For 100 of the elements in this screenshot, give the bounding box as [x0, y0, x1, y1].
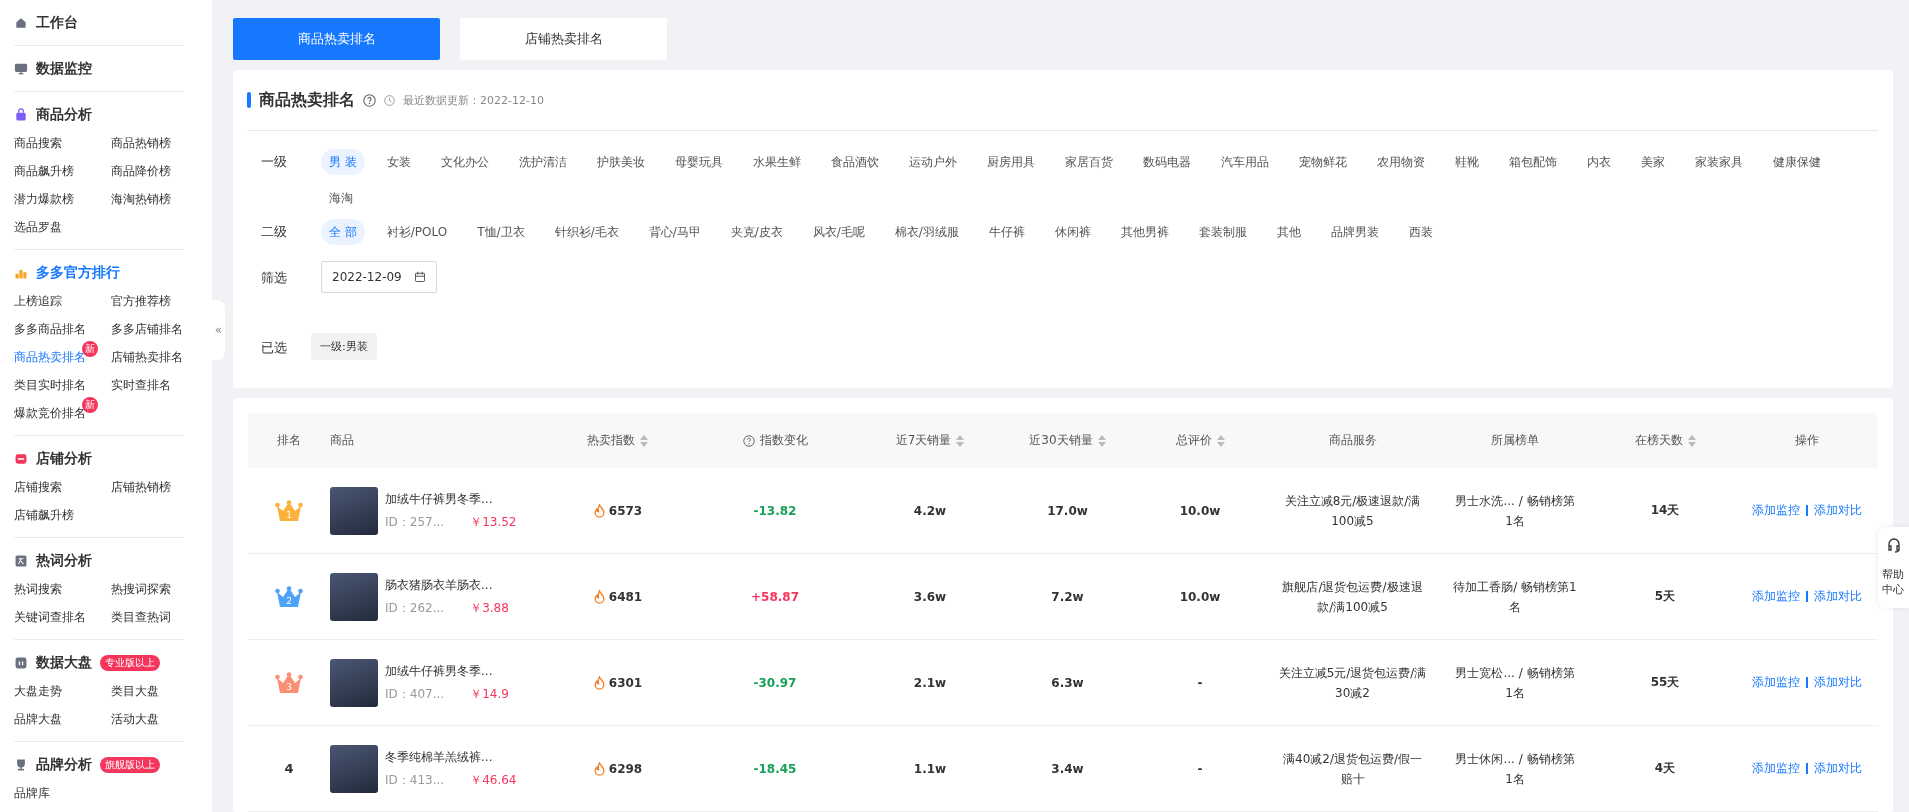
category-option[interactable]: 棉衣/羽绒服: [886, 219, 967, 245]
section-title[interactable]: 数据大盘: [36, 654, 92, 672]
category-option[interactable]: 家装家具: [1686, 149, 1751, 175]
column-header[interactable]: 总评价: [1175, 432, 1225, 449]
category-option[interactable]: 汽车用品: [1212, 149, 1277, 175]
category-option[interactable]: 洗护清洁: [510, 149, 575, 175]
product-title[interactable]: 加绒牛仔裤男冬季...: [385, 490, 517, 508]
action-link[interactable]: 添加监控: [1751, 588, 1800, 605]
column-header[interactable]: 近30天销量: [1029, 432, 1106, 449]
sidebar-item[interactable]: 商品热销榜: [111, 136, 171, 150]
category-option[interactable]: 针织衫/毛衣: [546, 219, 627, 245]
section-title[interactable]: 品牌分析: [36, 756, 92, 774]
section-title[interactable]: 数据监控: [36, 60, 92, 78]
sidebar-item[interactable]: 商品飙升榜: [14, 164, 74, 178]
sidebar-item[interactable]: 选品罗盘: [14, 220, 62, 234]
category-option[interactable]: 风衣/毛呢: [804, 219, 873, 245]
sort-icon[interactable]: [640, 434, 648, 447]
section-title[interactable]: 店铺分析: [36, 450, 92, 468]
category-option[interactable]: 夹克/皮衣: [722, 219, 791, 245]
sidebar-item[interactable]: 店铺热销榜: [111, 480, 171, 494]
category-option[interactable]: 食品酒饮: [822, 149, 887, 175]
category-option[interactable]: 内衣: [1578, 149, 1619, 175]
category-option[interactable]: 家居百货: [1056, 149, 1121, 175]
sort-icon[interactable]: [1687, 434, 1696, 447]
help-center-panel[interactable]: 帮助中心: [1878, 527, 1909, 608]
action-link[interactable]: 添加对比: [1813, 502, 1862, 519]
category-option[interactable]: 背心/马甲: [640, 219, 709, 245]
category-option[interactable]: 宠物鲜花: [1290, 149, 1355, 175]
collapse-handle[interactable]: «: [212, 300, 225, 360]
sidebar-item[interactable]: 关键词查排名: [14, 610, 86, 624]
sidebar-item[interactable]: 多多店铺排名: [111, 322, 183, 336]
column-header[interactable]: 近7天销量: [895, 432, 965, 449]
sidebar-item[interactable]: 店铺飙升榜: [14, 508, 74, 522]
sidebar-item[interactable]: 品牌大盘: [14, 712, 62, 726]
category-option[interactable]: 其他男裤: [1112, 219, 1177, 245]
category-option[interactable]: 品牌男装: [1322, 219, 1387, 245]
category-option[interactable]: 休闲裤: [1046, 219, 1099, 245]
category-option[interactable]: 箱包配饰: [1500, 149, 1565, 175]
sort-icon[interactable]: [956, 434, 965, 447]
sidebar-item[interactable]: 热搜词探索: [111, 582, 171, 596]
sidebar-item[interactable]: 类目查热词: [111, 610, 171, 624]
sidebar-item[interactable]: 热词搜索: [14, 582, 62, 596]
sidebar-item[interactable]: 官方推荐榜: [111, 294, 171, 308]
help-icon[interactable]: [363, 93, 376, 107]
action-link[interactable]: 添加对比: [1813, 674, 1862, 691]
sidebar-item[interactable]: 商品搜索: [14, 136, 62, 150]
sort-icon[interactable]: [1216, 434, 1225, 447]
sidebar-item[interactable]: 上榜追踪: [14, 294, 62, 308]
sidebar-item[interactable]: 多多商品排名: [14, 322, 86, 336]
column-header[interactable]: 在榜天数: [1634, 432, 1696, 449]
action-link[interactable]: 添加监控: [1751, 674, 1800, 691]
product-title[interactable]: 加绒牛仔裤男冬季...: [385, 662, 509, 680]
category-option[interactable]: 海淘: [321, 185, 361, 211]
sort-icon[interactable]: [1097, 434, 1106, 447]
tab[interactable]: 店铺热卖排名: [460, 18, 667, 60]
category-option[interactable]: 数码电器: [1134, 149, 1199, 175]
sidebar-item[interactable]: 活动大盘: [111, 712, 159, 726]
action-link[interactable]: 添加对比: [1813, 760, 1862, 777]
category-option[interactable]: 牛仔裤: [980, 219, 1033, 245]
column-header[interactable]: 热卖指数: [587, 432, 648, 449]
category-option[interactable]: 文化办公: [432, 149, 497, 175]
date-field[interactable]: 2022-12-09: [321, 261, 437, 293]
category-option[interactable]: 衬衫/POLO: [378, 219, 456, 245]
category-option[interactable]: T恤/卫衣: [469, 219, 533, 245]
sidebar-item[interactable]: 店铺热卖排名: [111, 350, 183, 364]
tab[interactable]: 商品热卖排名: [233, 18, 440, 60]
sidebar-item[interactable]: 潜力爆款榜: [14, 192, 74, 206]
category-option[interactable]: 套装制服: [1190, 219, 1255, 245]
sidebar-item[interactable]: 商品降价榜: [111, 164, 171, 178]
product-title[interactable]: 冬季纯棉羊羔绒裤...: [385, 748, 517, 766]
action-link[interactable]: 添加监控: [1751, 502, 1800, 519]
category-option[interactable]: 全 部: [321, 219, 365, 245]
category-option[interactable]: 水果生鲜: [744, 149, 809, 175]
category-option[interactable]: 女装: [378, 149, 419, 175]
sidebar-item[interactable]: 实时查排名: [111, 378, 171, 392]
category-option[interactable]: 农用物资: [1368, 149, 1433, 175]
product-title[interactable]: 肠衣猪肠衣羊肠衣...: [385, 576, 509, 594]
section-title[interactable]: 商品分析: [36, 106, 92, 124]
category-option[interactable]: 男 装: [321, 149, 365, 175]
category-option[interactable]: 健康保健: [1764, 149, 1829, 175]
category-option[interactable]: 母婴玩具: [666, 149, 731, 175]
sidebar-item[interactable]: 海淘热销榜: [111, 192, 171, 206]
action-link[interactable]: 添加对比: [1813, 588, 1862, 605]
sidebar-item[interactable]: 大盘走势: [14, 684, 62, 698]
sidebar-item[interactable]: 品牌库: [14, 786, 50, 800]
section-title[interactable]: 工作台: [36, 14, 78, 32]
category-option[interactable]: 鞋靴: [1446, 149, 1487, 175]
category-option[interactable]: 美家: [1632, 149, 1673, 175]
sidebar-item[interactable]: 店铺搜索: [14, 480, 62, 494]
sidebar-item[interactable]: 类目大盘: [111, 684, 159, 698]
section-title[interactable]: 热词分析: [36, 552, 92, 570]
section-title[interactable]: 多多官方排行: [36, 264, 120, 282]
category-option[interactable]: 厨房用具: [978, 149, 1043, 175]
category-option[interactable]: 运动户外: [900, 149, 965, 175]
category-option[interactable]: 西装: [1400, 219, 1441, 245]
category-option[interactable]: 护肤美妆: [588, 149, 653, 175]
sidebar-item[interactable]: 类目实时排名: [14, 378, 86, 392]
help-icon[interactable]: [742, 434, 755, 447]
category-option[interactable]: 其他: [1268, 219, 1309, 245]
action-link[interactable]: 添加监控: [1751, 760, 1800, 777]
